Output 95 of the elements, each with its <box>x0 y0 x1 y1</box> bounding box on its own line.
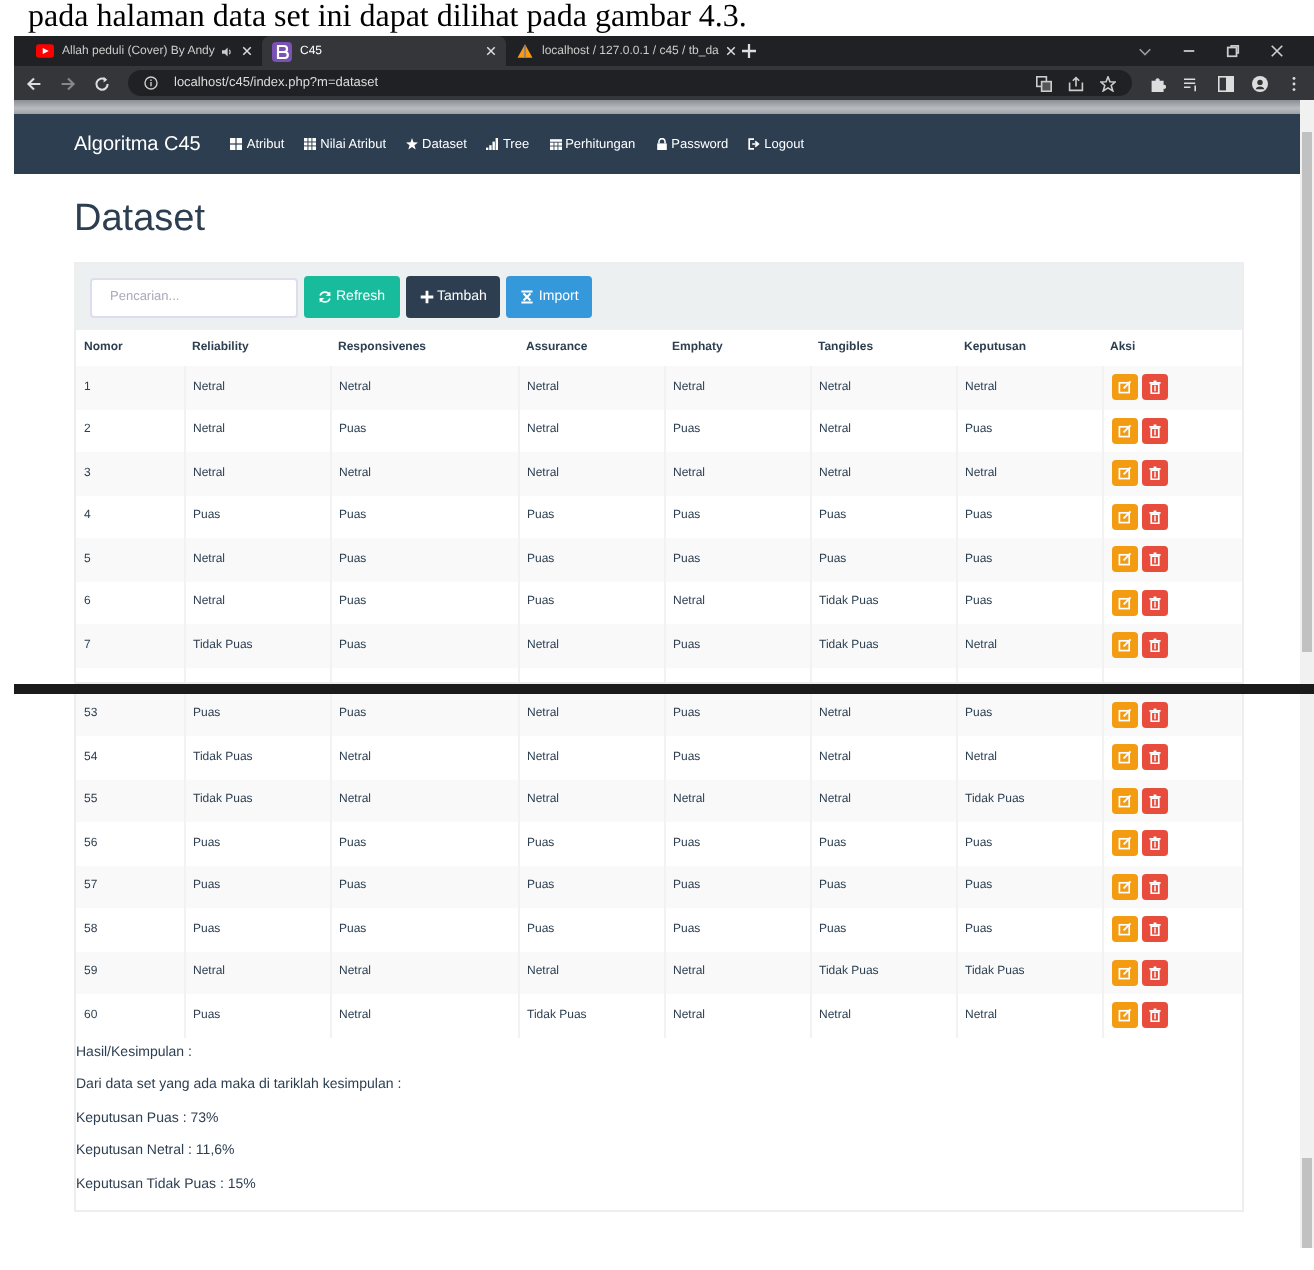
trash-icon <box>1147 380 1161 395</box>
edit-icon <box>1117 922 1131 937</box>
edit-icon <box>1117 509 1131 524</box>
delete-button[interactable] <box>1141 632 1167 659</box>
playlist-icon[interactable] <box>1184 75 1200 91</box>
trash-icon <box>1147 793 1161 808</box>
delete-button[interactable] <box>1141 873 1167 900</box>
edit-icon <box>1117 466 1131 481</box>
translate-icon[interactable] <box>1036 75 1052 91</box>
delete-button[interactable] <box>1141 460 1167 487</box>
delete-button[interactable] <box>1141 744 1167 771</box>
trash-icon <box>1147 965 1161 980</box>
new-tab-icon[interactable] <box>742 44 756 58</box>
delete-button[interactable] <box>1141 417 1167 444</box>
document-caption: pada halaman data set ini dapat dilihat pada gambar 4.3. <box>26 0 749 36</box>
trash-icon <box>1147 836 1161 851</box>
trash-icon <box>1147 595 1161 610</box>
back-arrow-icon[interactable] <box>26 75 42 91</box>
edit-icon <box>1117 750 1131 765</box>
reload-icon[interactable] <box>94 75 110 91</box>
edit-button[interactable] <box>1111 589 1137 616</box>
share-icon[interactable] <box>1068 75 1084 91</box>
edit-icon <box>1117 836 1131 851</box>
info-icon <box>144 76 158 90</box>
edit-button[interactable] <box>1111 787 1137 814</box>
b-logo-icon <box>272 41 292 61</box>
edit-icon <box>1117 552 1131 567</box>
edit-button[interactable] <box>1111 503 1137 530</box>
trash-icon <box>1147 750 1161 765</box>
puzzle-piece-icon[interactable] <box>1150 75 1166 91</box>
edit-button[interactable] <box>1111 632 1137 659</box>
edit-button[interactable] <box>1111 460 1137 487</box>
edit-button[interactable] <box>1111 744 1137 771</box>
profile-avatar-icon[interactable] <box>1252 75 1268 91</box>
trash-icon <box>1147 423 1161 438</box>
trash-icon <box>1147 879 1161 894</box>
plus-icon <box>419 290 434 304</box>
trash-icon <box>1147 922 1161 937</box>
delete-button[interactable] <box>1141 959 1167 986</box>
delete-button[interactable] <box>1141 916 1167 943</box>
minimize-icon[interactable] <box>1182 44 1196 58</box>
delete-button[interactable] <box>1141 701 1167 728</box>
delete-button[interactable] <box>1141 503 1167 530</box>
sail-logo-icon <box>516 44 534 58</box>
table-icon <box>304 138 317 150</box>
grid-icon <box>230 138 243 150</box>
edit-button[interactable] <box>1111 546 1137 573</box>
star-outline-icon[interactable] <box>1100 75 1116 91</box>
refresh-icon <box>318 290 332 304</box>
side-panel-icon[interactable] <box>1218 75 1234 91</box>
forward-arrow-icon[interactable] <box>60 75 76 91</box>
edit-button[interactable] <box>1111 830 1137 857</box>
edit-icon <box>1117 380 1131 395</box>
edit-icon <box>1117 638 1131 653</box>
signal-icon <box>486 138 499 150</box>
trash-icon <box>1147 509 1161 524</box>
delete-button[interactable] <box>1141 589 1167 616</box>
chevron-down-icon[interactable] <box>1138 44 1152 58</box>
page-heading: Dataset <box>74 198 207 242</box>
trash-icon <box>1147 1008 1161 1023</box>
trash-icon <box>1147 552 1161 567</box>
edit-icon <box>1117 1008 1131 1023</box>
import-icon <box>520 290 535 304</box>
edit-button[interactable] <box>1111 1002 1137 1029</box>
close-icon[interactable] <box>726 46 737 56</box>
logout-icon <box>748 138 761 150</box>
edit-button[interactable] <box>1111 701 1137 728</box>
delete-button[interactable] <box>1141 1002 1167 1029</box>
trash-icon <box>1147 638 1161 653</box>
edit-icon <box>1117 793 1131 808</box>
edit-button[interactable] <box>1111 959 1137 986</box>
calendar-icon <box>549 138 562 150</box>
edit-icon <box>1117 965 1131 980</box>
star-icon <box>406 138 419 150</box>
delete-button[interactable] <box>1141 374 1167 401</box>
trash-icon <box>1147 466 1161 481</box>
close-icon[interactable] <box>1270 44 1284 58</box>
edit-button[interactable] <box>1111 873 1137 900</box>
restore-icon[interactable] <box>1226 44 1240 58</box>
edit-icon <box>1117 707 1131 722</box>
edit-icon <box>1117 423 1131 438</box>
brand-link[interactable]: Algoritma C45 <box>74 133 201 155</box>
edit-icon <box>1117 879 1131 894</box>
edit-button[interactable] <box>1111 916 1137 943</box>
close-icon[interactable] <box>486 46 496 56</box>
trash-icon <box>1147 707 1161 722</box>
delete-button[interactable] <box>1141 830 1167 857</box>
edit-icon <box>1117 595 1131 610</box>
edit-button[interactable] <box>1111 374 1137 401</box>
lock-icon <box>655 138 668 150</box>
close-icon[interactable] <box>242 46 252 56</box>
delete-button[interactable] <box>1141 787 1167 814</box>
delete-button[interactable] <box>1141 546 1167 573</box>
video-play-icon <box>36 44 54 58</box>
edit-button[interactable] <box>1111 417 1137 444</box>
